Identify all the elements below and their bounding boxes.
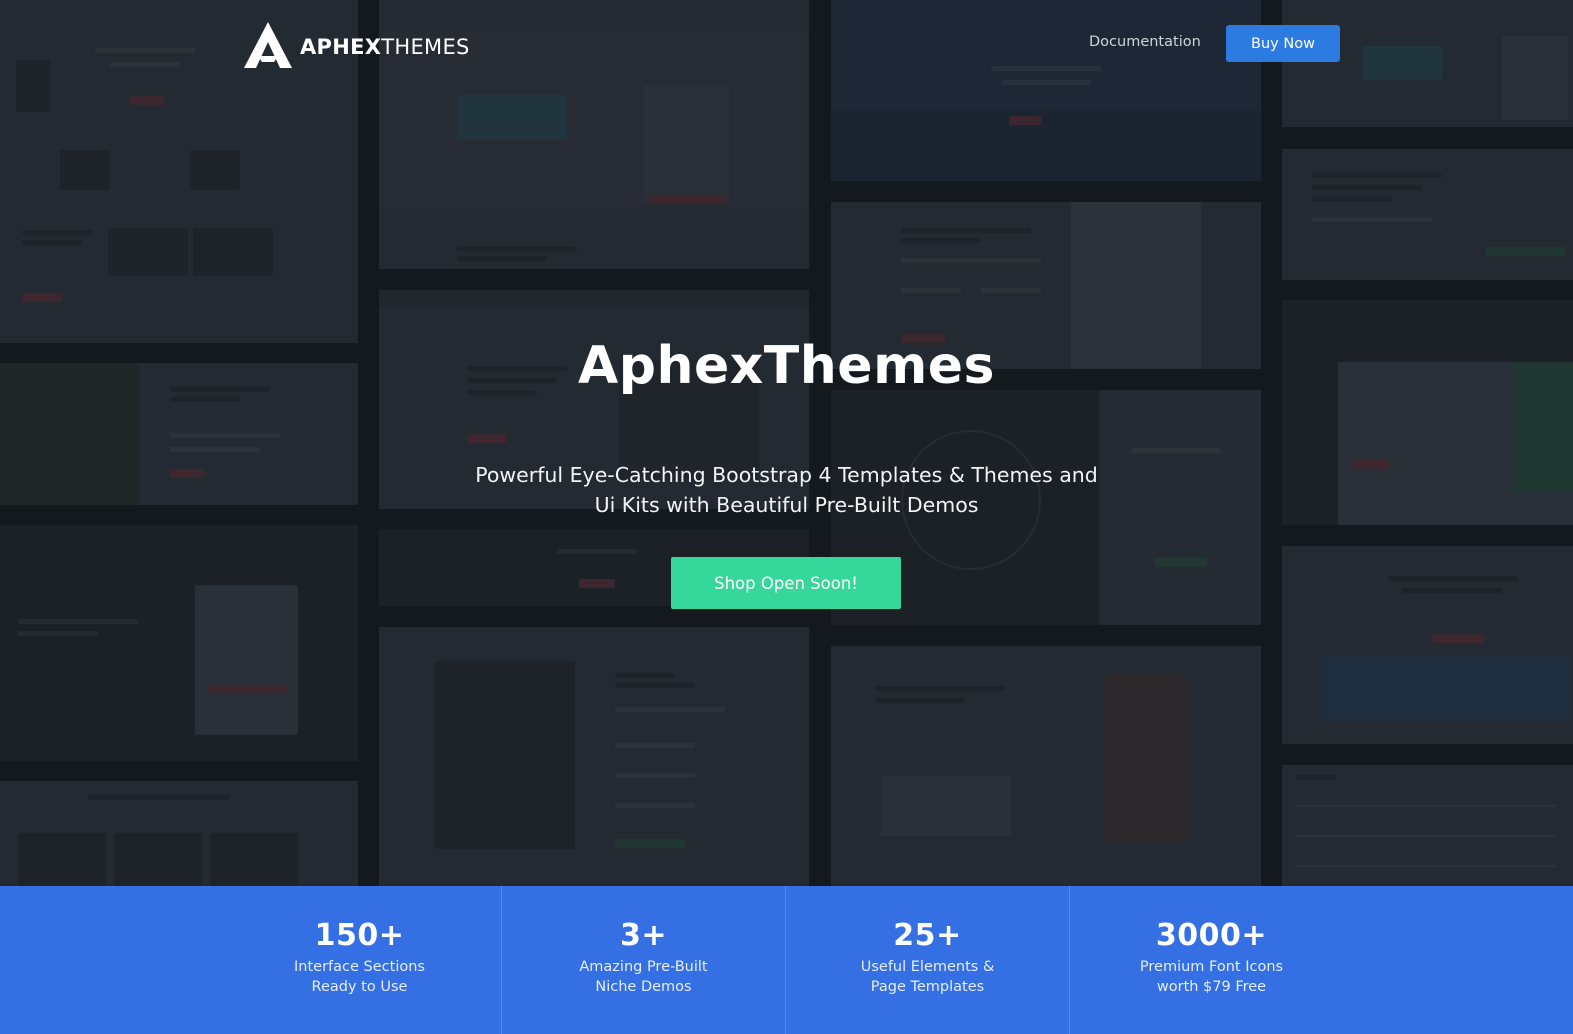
shop-open-soon-button[interactable]: Shop Open Soon! xyxy=(671,557,901,609)
logo-mark-icon xyxy=(244,22,292,72)
stat-label-line: Niche Demos xyxy=(595,979,692,995)
brand-name-light: THEMES xyxy=(381,35,470,59)
brand-name-bold: APHEX xyxy=(300,35,382,59)
stat-label-line: Useful Elements & xyxy=(860,959,995,975)
top-navbar: APHEXTHEMES Documentation Buy Now xyxy=(0,0,1573,90)
stat-value: 150+ xyxy=(314,918,405,953)
stat-label-line: worth $79 Free xyxy=(1156,979,1267,995)
stat-value: 3000+ xyxy=(1155,918,1268,953)
brand-logo[interactable]: APHEXTHEMES xyxy=(244,22,470,72)
stat-label-line: Page Templates xyxy=(870,979,985,995)
stat-label-line: Premium Font Icons xyxy=(1139,959,1284,975)
buy-now-button[interactable]: Buy Now xyxy=(1226,25,1340,62)
documentation-link[interactable]: Documentation xyxy=(1089,34,1201,50)
hero-title: AphexThemes xyxy=(578,336,995,396)
dark-overlay xyxy=(0,0,1573,886)
stat-label: Interface Sections Ready to Use xyxy=(218,957,501,997)
stat-value: 25+ xyxy=(893,918,962,953)
hero-subtitle-line-1: Powerful Eye-Catching Bootstrap 4 Templa… xyxy=(475,463,1098,487)
stats-band: 150+ Interface Sections Ready to Use 3+ … xyxy=(0,886,1573,1034)
stat-item: 3+ Amazing Pre-Built Niche Demos xyxy=(502,886,785,1034)
stat-label: Amazing Pre-Built Niche Demos xyxy=(502,957,785,997)
stat-label: Premium Font Icons worth $79 Free xyxy=(1070,957,1353,997)
stat-label: Useful Elements & Page Templates xyxy=(786,957,1069,997)
hero-section: APHEXTHEMES Documentation Buy Now AphexT… xyxy=(0,0,1573,886)
hero-subtitle: Powerful Eye-Catching Bootstrap 4 Templa… xyxy=(0,460,1573,520)
stat-item: 25+ Useful Elements & Page Templates xyxy=(786,886,1069,1034)
hero-subtitle-line-2: Ui Kits with Beautiful Pre-Built Demos xyxy=(594,493,979,517)
stat-label-line: Interface Sections xyxy=(294,959,425,975)
stat-value: 3+ xyxy=(619,918,667,953)
stat-label-line: Amazing Pre-Built xyxy=(579,959,708,975)
stat-item: 150+ Interface Sections Ready to Use xyxy=(218,886,501,1034)
stat-item: 3000+ Premium Font Icons worth $79 Free xyxy=(1070,886,1353,1034)
brand-wordmark: APHEXTHEMES xyxy=(300,35,470,59)
stat-label-line: Ready to Use xyxy=(311,979,408,995)
